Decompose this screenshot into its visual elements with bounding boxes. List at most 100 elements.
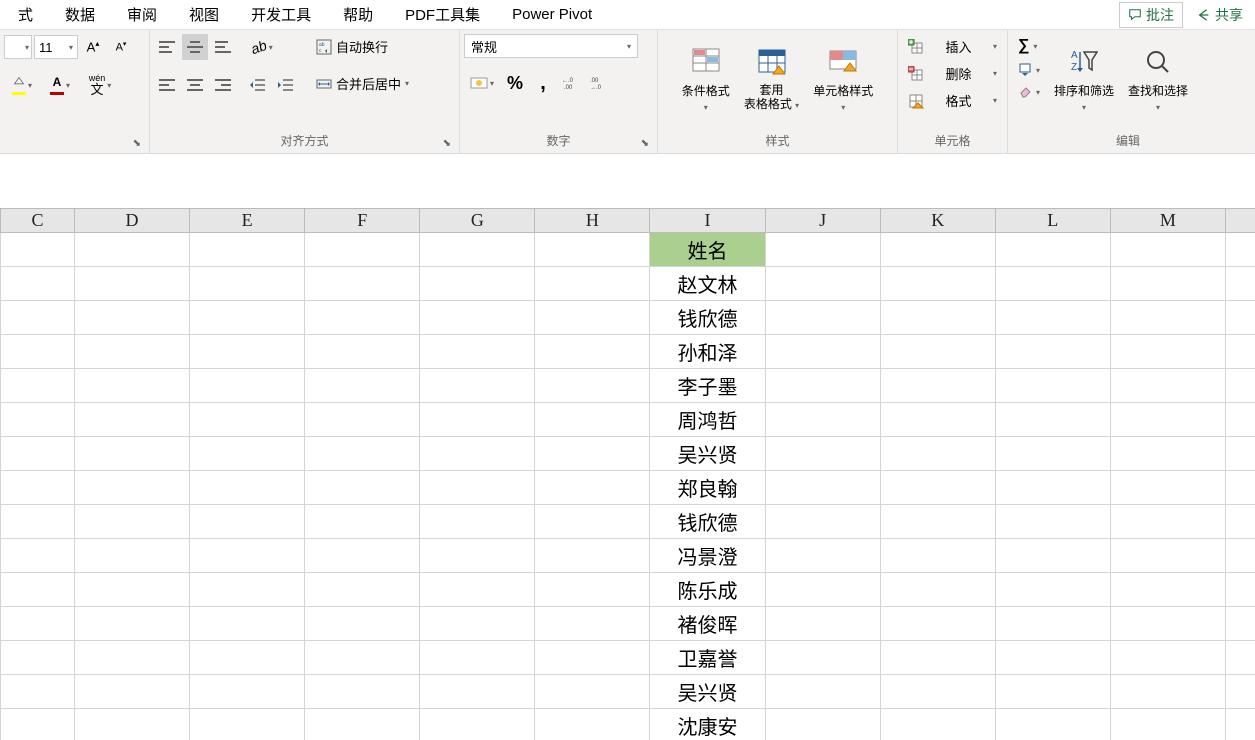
cell[interactable] bbox=[535, 403, 650, 437]
cell[interactable] bbox=[305, 233, 420, 267]
cell[interactable]: 姓名 bbox=[650, 233, 765, 267]
cell[interactable] bbox=[995, 403, 1110, 437]
cell[interactable] bbox=[305, 437, 420, 471]
cell[interactable] bbox=[74, 539, 189, 573]
cell[interactable] bbox=[880, 675, 995, 709]
cell[interactable] bbox=[1, 403, 75, 437]
column-header[interactable]: D bbox=[74, 209, 189, 233]
cell[interactable] bbox=[535, 675, 650, 709]
cell[interactable] bbox=[765, 573, 880, 607]
cell[interactable] bbox=[880, 301, 995, 335]
cell[interactable] bbox=[74, 233, 189, 267]
cell[interactable] bbox=[1, 573, 75, 607]
currency-button[interactable]: ▾ bbox=[464, 70, 500, 96]
cell[interactable] bbox=[765, 335, 880, 369]
conditional-format-button[interactable]: 条件格式 ▾ bbox=[676, 34, 736, 124]
increase-font-button[interactable]: A▴ bbox=[80, 34, 106, 60]
cell[interactable]: 周鸿哲 bbox=[650, 403, 765, 437]
number-launcher-icon[interactable]: ⬊ bbox=[641, 138, 649, 149]
cell[interactable] bbox=[305, 335, 420, 369]
cell[interactable] bbox=[305, 539, 420, 573]
cell[interactable] bbox=[74, 301, 189, 335]
cell[interactable]: 卫嘉誉 bbox=[650, 641, 765, 675]
cell[interactable] bbox=[535, 607, 650, 641]
menu-pdf-tools[interactable]: PDF工具集 bbox=[389, 0, 496, 29]
wrap-text-button[interactable]: abc 自动换行 bbox=[310, 34, 415, 59]
column-header[interactable]: K bbox=[880, 209, 995, 233]
cell[interactable] bbox=[305, 369, 420, 403]
decrease-font-button[interactable]: A▾ bbox=[108, 34, 134, 60]
cell[interactable] bbox=[995, 709, 1110, 740]
cell[interactable] bbox=[190, 709, 305, 740]
cell[interactable] bbox=[190, 403, 305, 437]
cell[interactable] bbox=[880, 437, 995, 471]
cell[interactable] bbox=[995, 573, 1110, 607]
cell[interactable] bbox=[190, 335, 305, 369]
cell[interactable] bbox=[765, 369, 880, 403]
cell[interactable] bbox=[880, 539, 995, 573]
cell[interactable] bbox=[535, 267, 650, 301]
cell[interactable] bbox=[880, 505, 995, 539]
cell[interactable] bbox=[1225, 675, 1255, 709]
menu-help[interactable]: 帮助 bbox=[327, 0, 389, 29]
menu-review[interactable]: 审阅 bbox=[111, 0, 173, 29]
cell[interactable] bbox=[535, 573, 650, 607]
autosum-button[interactable]: ∑ ▾ bbox=[1012, 34, 1046, 58]
cell[interactable] bbox=[74, 641, 189, 675]
decrease-indent-button[interactable] bbox=[244, 72, 270, 98]
cell[interactable] bbox=[1225, 369, 1255, 403]
column-header[interactable]: M bbox=[1110, 209, 1225, 233]
cell[interactable]: 赵文林 bbox=[650, 267, 765, 301]
cell[interactable] bbox=[190, 641, 305, 675]
cell[interactable] bbox=[1225, 573, 1255, 607]
cell[interactable] bbox=[995, 233, 1110, 267]
cell[interactable]: 冯景澄 bbox=[650, 539, 765, 573]
cell[interactable] bbox=[305, 607, 420, 641]
cell[interactable] bbox=[1225, 471, 1255, 505]
cell[interactable] bbox=[535, 437, 650, 471]
cell[interactable] bbox=[1225, 437, 1255, 471]
delete-button[interactable]: 删除 ▾ bbox=[902, 61, 1003, 86]
cell[interactable] bbox=[1110, 403, 1225, 437]
cell[interactable] bbox=[1225, 267, 1255, 301]
cell[interactable] bbox=[190, 437, 305, 471]
clear-button[interactable]: ▾ bbox=[1012, 82, 1046, 102]
cell[interactable] bbox=[880, 607, 995, 641]
cell[interactable] bbox=[880, 335, 995, 369]
cell[interactable] bbox=[420, 573, 535, 607]
cell[interactable] bbox=[765, 437, 880, 471]
cell-styles-button[interactable]: 单元格样式 ▾ bbox=[807, 34, 879, 124]
cell[interactable] bbox=[1110, 471, 1225, 505]
cell[interactable] bbox=[765, 471, 880, 505]
font-launcher-icon[interactable]: ⬊ bbox=[133, 138, 141, 149]
cell[interactable] bbox=[1110, 607, 1225, 641]
align-bottom-button[interactable] bbox=[210, 34, 236, 60]
cell[interactable] bbox=[1, 267, 75, 301]
cell[interactable] bbox=[190, 675, 305, 709]
cell[interactable] bbox=[190, 267, 305, 301]
column-header[interactable]: G bbox=[420, 209, 535, 233]
cell[interactable]: 孙和泽 bbox=[650, 335, 765, 369]
cell[interactable] bbox=[305, 471, 420, 505]
alignment-launcher-icon[interactable]: ⬊ bbox=[443, 138, 451, 149]
font-family-dropdown[interactable]: ▾ bbox=[4, 35, 32, 59]
column-header[interactable]: I bbox=[650, 209, 765, 233]
cell[interactable] bbox=[190, 471, 305, 505]
increase-indent-button[interactable] bbox=[272, 72, 298, 98]
cell[interactable]: 钱欣德 bbox=[650, 301, 765, 335]
cell[interactable] bbox=[995, 539, 1110, 573]
cell[interactable] bbox=[1225, 709, 1255, 740]
cell[interactable] bbox=[880, 233, 995, 267]
cell[interactable] bbox=[1, 675, 75, 709]
menu-formula[interactable]: 式 bbox=[2, 0, 49, 29]
cell[interactable] bbox=[1225, 607, 1255, 641]
cell[interactable]: 吴兴贤 bbox=[650, 675, 765, 709]
cell[interactable] bbox=[74, 505, 189, 539]
column-header[interactable]: J bbox=[765, 209, 880, 233]
cell[interactable] bbox=[190, 369, 305, 403]
cell[interactable] bbox=[535, 335, 650, 369]
cell[interactable]: 褚俊晖 bbox=[650, 607, 765, 641]
cell[interactable] bbox=[1110, 369, 1225, 403]
cell[interactable] bbox=[305, 675, 420, 709]
cell[interactable] bbox=[1225, 505, 1255, 539]
